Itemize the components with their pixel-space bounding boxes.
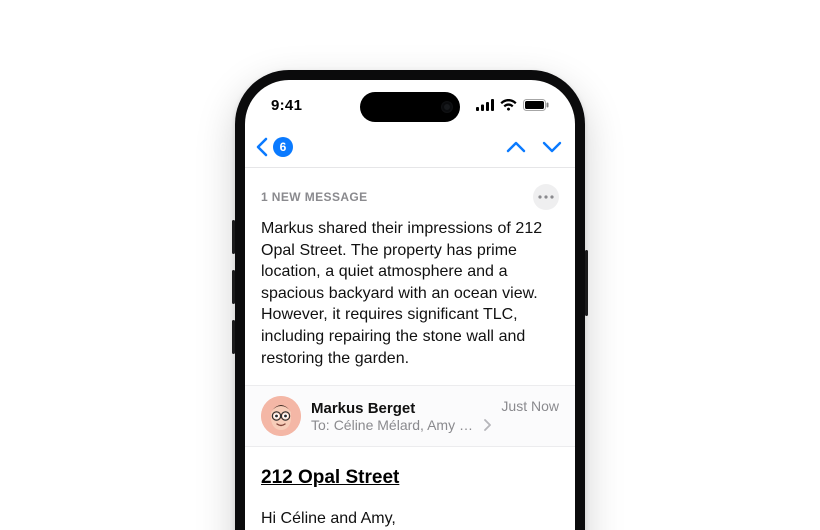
sender-name: Markus Berget xyxy=(311,400,491,417)
screen: 9:41 xyxy=(245,80,575,530)
message-content: 1 NEW MESSAGE Markus shared their impres… xyxy=(245,168,575,530)
next-message-button[interactable] xyxy=(541,138,563,156)
sender-row[interactable]: Markus Berget To: Céline Mélard, Amy Byr… xyxy=(245,385,575,447)
cellular-icon xyxy=(476,99,494,111)
body-greeting: Hi Céline and Amy, xyxy=(261,507,559,530)
back-button[interactable] xyxy=(253,136,271,158)
status-time: 9:41 xyxy=(271,97,302,114)
to-label: To: xyxy=(311,417,330,433)
nav-bar: 6 xyxy=(245,130,575,168)
battery-icon xyxy=(523,99,549,111)
recipients: Céline Mélard, Amy Byrne xyxy=(334,417,480,433)
front-camera-icon xyxy=(442,102,452,112)
prev-message-button[interactable] xyxy=(505,138,527,156)
more-button[interactable] xyxy=(533,184,559,210)
summary-flag: 1 NEW MESSAGE xyxy=(261,190,368,204)
unread-badge[interactable]: 6 xyxy=(273,137,293,157)
message-body: Hi Céline and Amy, I've just completed a… xyxy=(261,507,559,530)
chevron-right-icon xyxy=(483,419,491,431)
phone-frame: 9:41 xyxy=(235,70,585,530)
avatar xyxy=(261,396,301,436)
subject: 212 Opal Street xyxy=(261,467,559,489)
summary-text: Markus shared their impressions of 212 O… xyxy=(261,218,559,369)
wifi-icon xyxy=(500,99,517,111)
recipients-row[interactable]: To: Céline Mélard, Amy Byrne xyxy=(311,417,491,433)
dynamic-island xyxy=(360,92,460,122)
timestamp: Just Now xyxy=(501,398,559,414)
